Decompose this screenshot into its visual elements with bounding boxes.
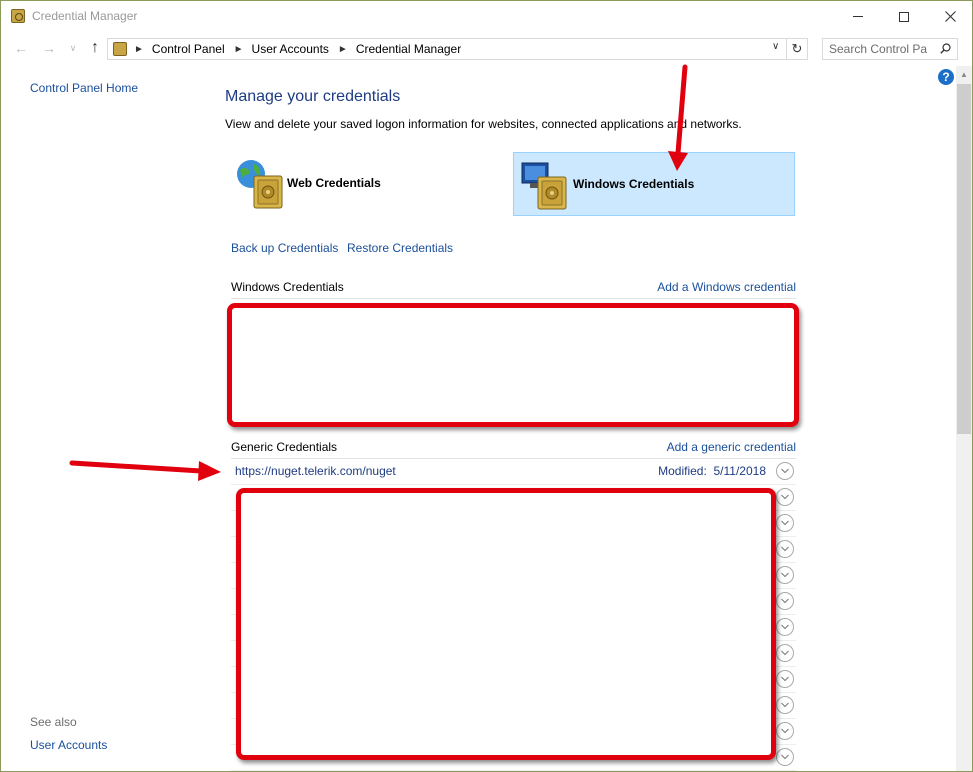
vertical-scrollbar[interactable]: ▲ [956,66,972,771]
chevron-down-icon [781,624,789,630]
chevron-down-icon [781,650,789,656]
chevron-down-icon [781,598,789,604]
maximize-icon [899,11,909,22]
chevron-down-icon: ∨ [772,41,780,52]
web-credentials-label: Web Credentials [287,176,381,190]
expand-credential-button[interactable] [776,462,794,480]
chevron-down-icon [781,728,789,734]
back-up-credentials-link[interactable]: Back up Credentials [231,241,338,255]
address-dropdown-button[interactable]: ∨ [772,41,779,52]
expand-credential-button[interactable] [776,540,794,558]
breadcrumb-separator-icon[interactable]: ► [338,44,348,55]
add-windows-credential-link[interactable]: Add a Windows credential [657,280,796,294]
page-title: Manage your credentials [225,88,401,105]
modified-label: Modified: [658,464,707,478]
search-input[interactable]: Search Control Pa [822,38,958,60]
left-navigation-pane: Control Panel Home See also User Account… [1,66,211,771]
restore-credentials-link[interactable]: Restore Credentials [347,241,453,255]
minimize-button[interactable] [835,1,881,32]
credential-row[interactable]: https://nuget.telerik.com/nuget Modified… [231,459,796,485]
windows-credentials-label: Windows Credentials [573,177,695,191]
scrollbar-thumb[interactable] [957,84,971,434]
windows-credentials-section-title: Windows Credentials [231,280,344,294]
breadcrumb: ► Control Panel ► User Accounts ► Creden… [134,42,470,56]
web-credentials-tile[interactable]: Web Credentials [230,152,500,216]
credential-manager-icon [11,9,25,23]
modified-date: 5/11/2018 [713,464,767,478]
expand-credential-button[interactable] [776,618,794,636]
address-bar[interactable]: ► Control Panel ► User Accounts ► Creden… [107,38,787,60]
breadcrumb-control-panel[interactable]: Control Panel [152,42,225,56]
breadcrumb-credential-manager[interactable]: Credential Manager [356,42,461,56]
expand-credential-button[interactable] [776,488,794,506]
back-arrow-icon: ← [14,40,28,56]
chevron-down-icon: ∨ [69,42,77,53]
window-title: Credential Manager [32,9,138,23]
expand-credential-button[interactable] [776,566,794,584]
refresh-button[interactable]: ↻ [787,38,808,60]
forward-button[interactable]: → [39,38,59,58]
search-icon[interactable] [940,43,951,54]
recent-locations-button[interactable]: ∨ [63,38,83,58]
back-button[interactable]: ← [11,38,31,58]
title-bar: Credential Manager [1,1,972,32]
add-generic-credential-link[interactable]: Add a generic credential [667,440,796,454]
address-row: ← → ∨ ↑ ► Control Panel ► User Accounts … [1,32,972,66]
web-credentials-vault-icon [237,160,283,209]
breadcrumb-separator-icon[interactable]: ► [234,44,244,55]
expand-credential-button[interactable] [776,644,794,662]
search-placeholder: Search Control Pa [829,42,928,56]
section-divider [231,298,796,299]
expand-credential-button[interactable] [776,514,794,532]
chevron-down-icon [781,702,789,708]
up-button[interactable]: ↑ [85,38,105,58]
redaction-box [236,488,776,760]
redaction-box [227,303,799,427]
credential-manager-window: Credential Manager ← → ∨ ↑ ► Control Pan… [0,0,973,772]
page-description: View and delete your saved logon informa… [225,117,742,131]
windows-credentials-vault-icon [521,162,567,210]
expand-credential-button[interactable] [776,670,794,688]
chevron-down-icon [781,468,789,474]
refresh-icon: ↻ [791,41,803,56]
scroll-up-icon[interactable]: ▲ [960,70,968,79]
user-accounts-link[interactable]: User Accounts [30,738,107,752]
breadcrumb-separator-icon[interactable]: ► [134,44,144,55]
chevron-down-icon [781,754,789,760]
credential-modified: Modified: 5/11/2018 [658,464,766,478]
control-panel-icon [113,42,127,56]
help-icon[interactable]: ? [938,69,954,85]
generic-credentials-section-header: Generic Credentials Add a generic creden… [231,440,796,459]
credential-name: https://nuget.telerik.com/nuget [235,464,396,478]
close-button[interactable] [927,1,972,32]
close-icon [944,11,956,22]
chevron-down-icon [781,546,789,552]
windows-credentials-section-header: Windows Credentials Add a Windows creden… [231,280,796,299]
expand-credential-button[interactable] [776,592,794,610]
chevron-down-icon [781,676,789,682]
chevron-down-icon [781,572,789,578]
chevron-down-icon [781,520,789,526]
breadcrumb-user-accounts[interactable]: User Accounts [252,42,329,56]
expand-credential-button[interactable] [776,748,794,766]
up-arrow-icon: ↑ [91,39,99,56]
chevron-down-icon [781,494,789,500]
expand-credential-button[interactable] [776,696,794,714]
forward-arrow-icon: → [42,40,56,56]
expand-credential-button[interactable] [776,722,794,740]
generic-credentials-section-title: Generic Credentials [231,440,338,454]
maximize-button[interactable] [881,1,927,32]
minimize-icon [853,16,863,17]
see-also-label: See also [30,715,77,729]
windows-credentials-tile[interactable]: Windows Credentials [513,152,795,216]
control-panel-home-link[interactable]: Control Panel Home [30,81,138,95]
